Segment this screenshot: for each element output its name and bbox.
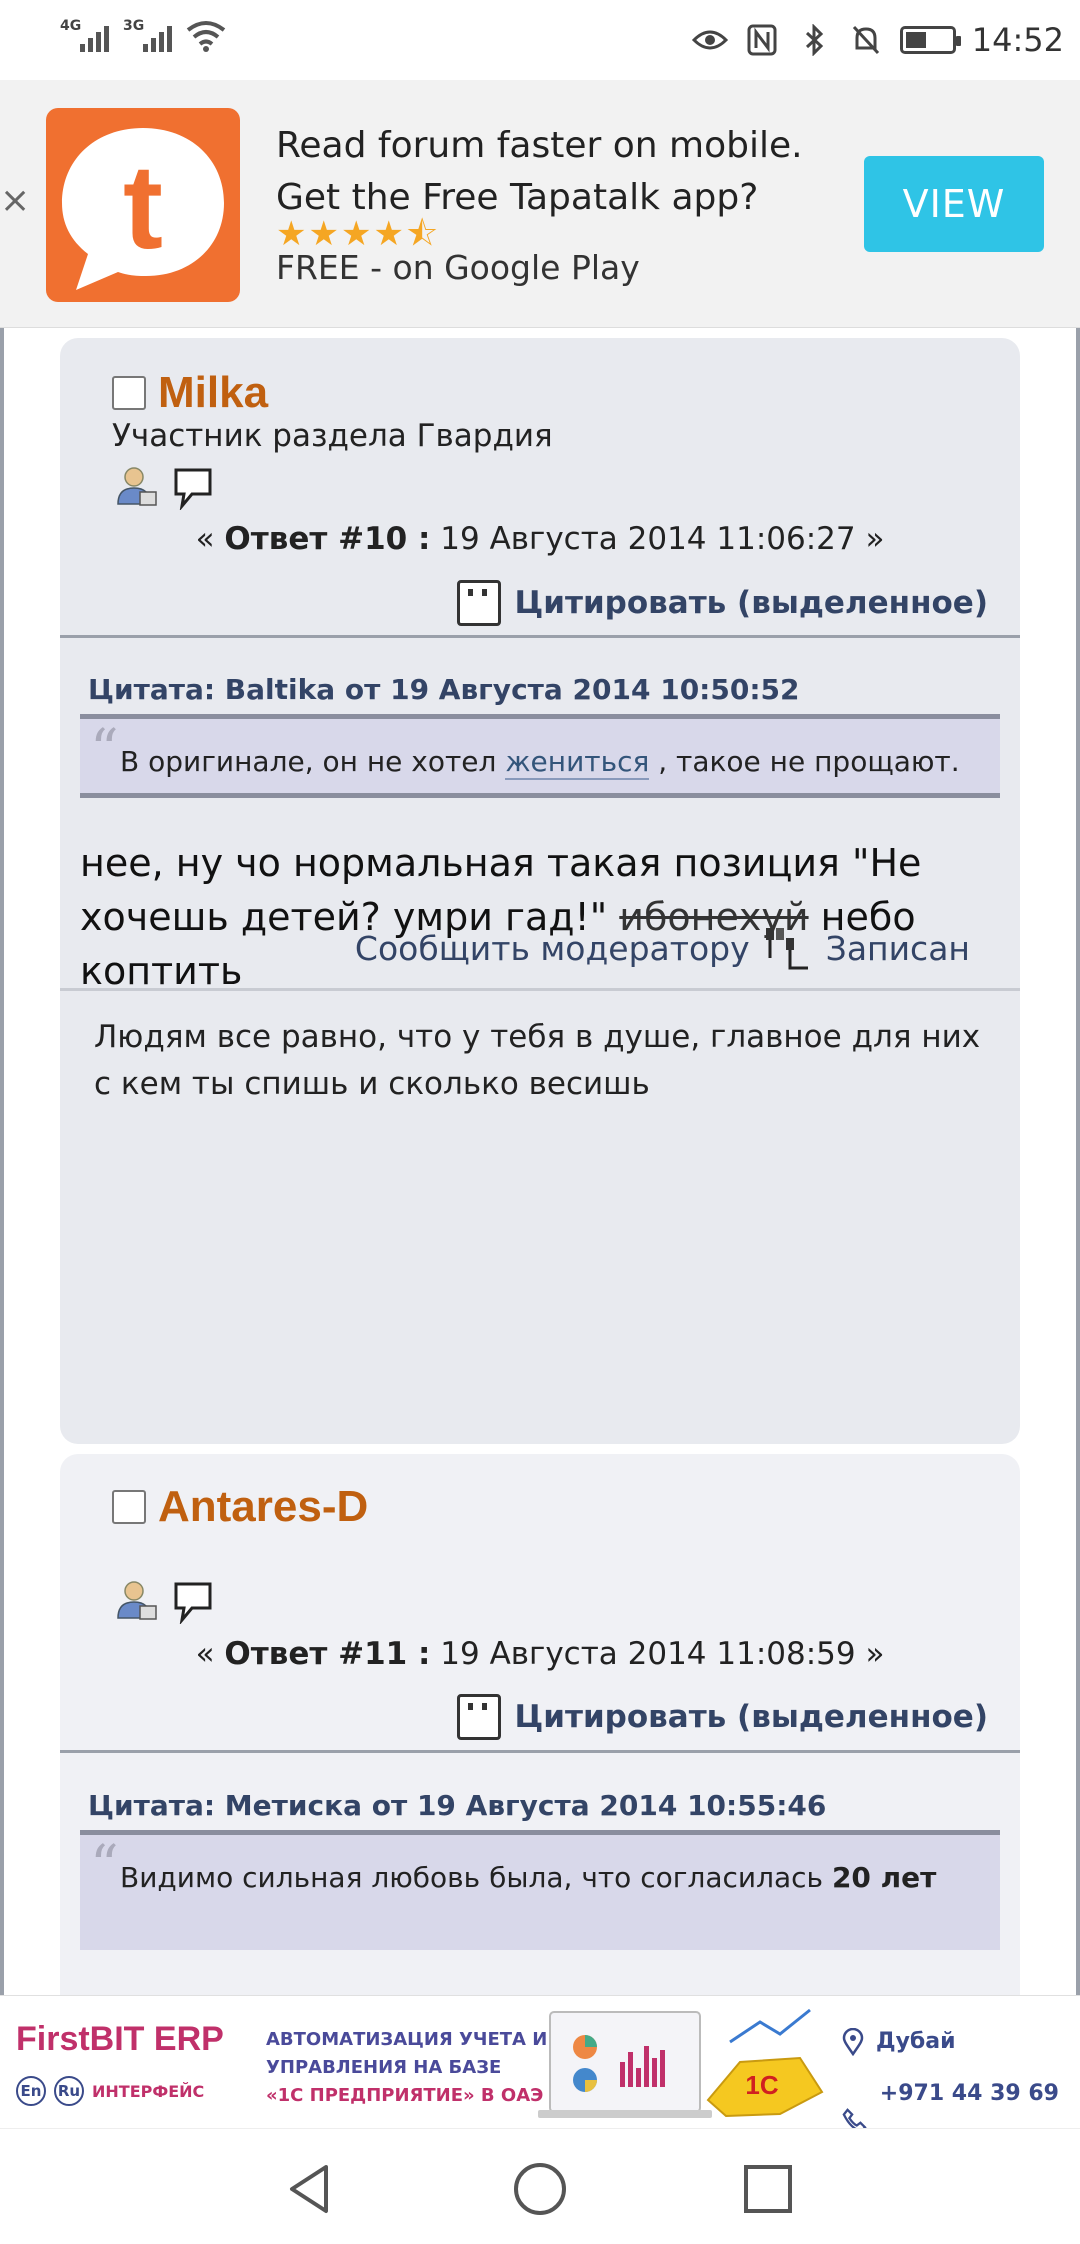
quote-icon [456, 1694, 501, 1740]
recents-icon[interactable] [738, 2159, 798, 2219]
quote-mark-icon: “ [90, 718, 119, 783]
ip-logged-icon [765, 928, 808, 970]
net1-label: 4G [60, 18, 82, 34]
post-meta: « Ответ #10 : 19 Августа 2014 11:06:27 » [60, 521, 1020, 557]
poster-name[interactable]: Milka [158, 368, 268, 418]
quote-bold: 20 лет [831, 1861, 937, 1894]
quote-text-before: В оригинале, он не хотел [120, 745, 506, 778]
select-checkbox[interactable] [112, 1490, 146, 1524]
quote-header[interactable]: Цитата: Метиска от 19 Августа 2014 10:55… [88, 1789, 826, 1822]
mute-icon [848, 22, 884, 58]
logged-label: Записан [825, 928, 970, 968]
wifi-icon [186, 20, 226, 52]
quote-text: В оригинале, он не хотел жениться , тако… [120, 745, 960, 780]
report-link[interactable]: Сообщить модератору [355, 929, 750, 968]
message-icon[interactable] [170, 464, 216, 510]
page-border-right [1076, 328, 1080, 1995]
tapatalk-banner: × t Read forum faster on mobile. Get the… [0, 80, 1080, 328]
poster-row: Milka [112, 368, 268, 418]
lang-en-icon: En [16, 2076, 46, 2106]
rating-stars: ★★★★⯪ [276, 214, 441, 254]
svg-text:t: t [123, 140, 163, 274]
ad-brand: FirstBIT ERP [16, 2020, 224, 2058]
ad-desc-line2: УПРАВЛЕНИЯ НА БАЗЕ [266, 2057, 502, 2078]
forum-thread: Milka Участник раздела Гвардия « Ответ #… [0, 328, 1080, 1995]
post-body: нее, ну чо нормальная такая позиция "Не … [80, 836, 1020, 998]
navigation-bar [0, 2128, 1080, 2244]
tapatalk-sub: FREE - on Google Play [276, 248, 640, 287]
post-date: 19 Августа 2014 11:06:27 » [430, 521, 885, 557]
tapatalk-text: Read forum faster on mobile. Get the Fre… [276, 120, 803, 224]
ad-desc-line3: «1С ПРЕДПРИЯТИЕ» В ОАЭ [266, 2085, 544, 2106]
tapatalk-logo[interactable]: t [46, 108, 240, 302]
quote-button[interactable]: Цитировать (выделенное) [456, 580, 989, 626]
meta-prefix: « [195, 1636, 225, 1672]
page-border-left [0, 328, 4, 1995]
reply-number[interactable]: Ответ #10 : [224, 521, 430, 557]
poster-name[interactable]: Antares-D [158, 1482, 368, 1532]
reply-number[interactable]: Ответ #11 : [224, 1636, 430, 1672]
quote-icon [456, 580, 501, 626]
quote-button[interactable]: Цитировать (выделенное) [456, 1694, 989, 1740]
quote-label: Цитировать (выделенное) [514, 585, 989, 621]
eye-icon [691, 22, 728, 58]
profile-icon[interactable] [114, 1578, 160, 1624]
ad-banner[interactable]: FirstBIT ERP En Ru ИНТЕРФЕЙС АВТОМАТИЗАЦ… [0, 1995, 1080, 2158]
back-icon[interactable] [280, 2159, 340, 2219]
quote-text-after: , такое не прощают. [649, 745, 960, 778]
quote-header[interactable]: Цитата: Baltika от 19 Августа 2014 10:50… [88, 673, 800, 706]
signature: Людям все равно, что у тебя в душе, глав… [94, 1019, 981, 1102]
poster-icons [114, 1578, 216, 1624]
quote-text-before: Видимо сильная любовь была, что согласил… [120, 1861, 832, 1894]
ad-language: En Ru ИНТЕРФЕЙС [16, 2076, 204, 2106]
ad-location: Дубай [842, 2016, 1080, 2068]
quote-label: Цитировать (выделенное) [514, 1699, 989, 1735]
status-right: 14:52 [691, 14, 1080, 66]
post-actions: Сообщить модератору Записан [355, 924, 970, 972]
svg-text:1С: 1С [745, 2070, 778, 2100]
lang-ru-icon: Ru [54, 2076, 84, 2106]
location-pin-icon [842, 2028, 864, 2056]
quote-box: “ Видимо сильная любовь была, что соглас… [80, 1830, 1000, 1950]
quote-mark-icon: “ [90, 1834, 119, 1899]
battery-icon [899, 26, 961, 54]
divider [60, 988, 1020, 991]
poster-row: Antares-D [112, 1482, 368, 1532]
lang-label: ИНТЕРФЕЙС [92, 2081, 205, 2101]
ad-desc-line1: АВТОМАТИЗАЦИЯ УЧЕТА И [266, 2029, 548, 2050]
quote-text: Видимо сильная любовь была, что согласил… [120, 1861, 936, 1894]
status-left: 4G 3G [60, 18, 226, 52]
net2-label: 3G [123, 18, 145, 34]
member-title: Участник раздела Гвардия [112, 418, 553, 454]
home-icon[interactable] [510, 2159, 570, 2219]
divider [60, 635, 1020, 638]
profile-icon[interactable] [114, 464, 160, 510]
tapatalk-line1: Read forum faster on mobile. [276, 125, 803, 166]
meta-prefix: « [195, 521, 225, 557]
view-button[interactable]: VIEW [864, 156, 1044, 252]
select-checkbox[interactable] [112, 376, 146, 410]
ad-product-image: 1С [538, 2008, 824, 2118]
divider [60, 1750, 1020, 1753]
signal-3g-icon: 3G [123, 18, 172, 52]
poster-icons [114, 464, 216, 510]
message-icon[interactable] [170, 1578, 216, 1624]
signal-4g-icon: 4G [60, 18, 109, 52]
post: Milka Участник раздела Гвардия « Ответ #… [60, 338, 1020, 1444]
post: Antares-D « Ответ #11 : 19 Августа 2014 … [60, 1454, 1020, 1995]
status-bar: 4G 3G 14:52 [0, 0, 1080, 80]
ad-description: АВТОМАТИЗАЦИЯ УЧЕТА И УПРАВЛЕНИЯ НА БАЗЕ… [266, 2026, 547, 2110]
nfc-icon [744, 22, 780, 58]
post-date: 19 Августа 2014 11:08:59 » [430, 1636, 885, 1672]
close-icon[interactable]: × [0, 180, 30, 221]
quote-link[interactable]: жениться [505, 745, 650, 780]
ad-city: Дубай [876, 2029, 956, 2054]
clock: 14:52 [971, 21, 1064, 59]
quote-box: “ В оригинале, он не хотел жениться , та… [80, 714, 1000, 798]
post-meta: « Ответ #11 : 19 Августа 2014 11:08:59 » [60, 1636, 1020, 1672]
bluetooth-icon [796, 22, 832, 58]
